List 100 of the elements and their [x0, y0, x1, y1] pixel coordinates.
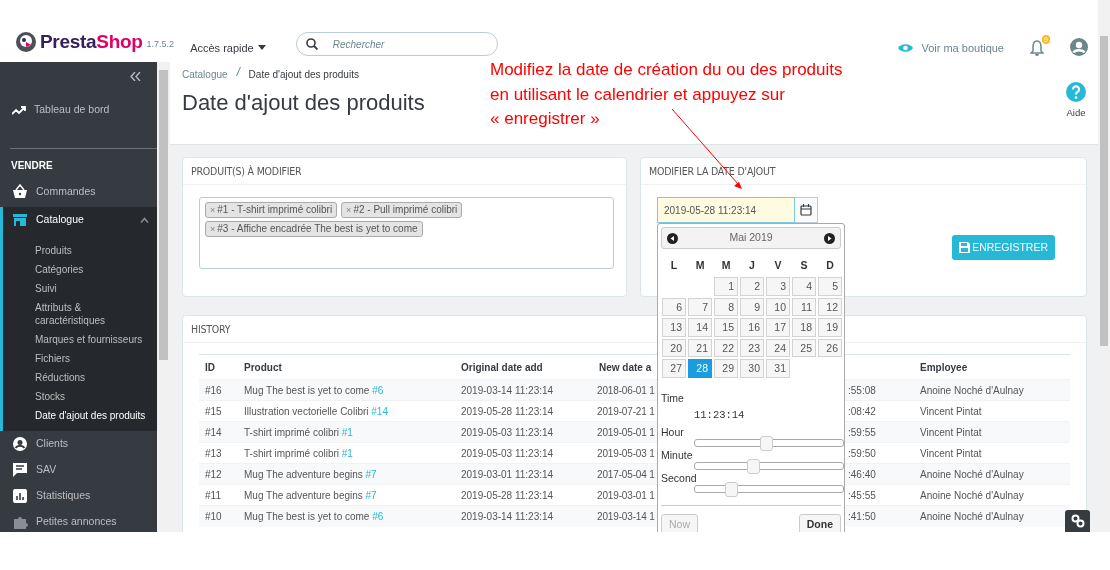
sidebar-subitem[interactable]: Fichiers [3, 349, 153, 368]
store-icon [12, 212, 28, 228]
calendar-day[interactable]: 5 [818, 277, 842, 296]
calendar-day[interactable]: 3 [766, 277, 790, 296]
sidebar-subitem[interactable]: Suivi [3, 279, 153, 298]
page-title: Date d'ajout des produits [182, 90, 425, 117]
search-field[interactable]: Rechercher [295, 32, 498, 56]
slider-thumb[interactable] [724, 482, 738, 497]
calendar-day[interactable]: 19 [818, 318, 842, 337]
sidebar-subitem[interactable]: Date d'ajout des produits [3, 406, 153, 425]
tag-label: #2 - Pull imprimé colibri [353, 203, 458, 217]
tag-label: #1 - T-shirt imprimé colibri [217, 203, 333, 217]
table-cell: 2019-03-01 11:23:14 [455, 463, 593, 485]
sidebar-subitem[interactable]: Stocks [3, 387, 153, 406]
scrollbar-thumb[interactable] [1100, 36, 1108, 346]
calendar-day[interactable]: 23 [740, 338, 764, 357]
date-input[interactable]: 2019-05-28 11:23:14 [657, 197, 795, 223]
calendar-day[interactable]: 24 [766, 338, 790, 357]
scrollbar-thumb[interactable] [159, 70, 168, 360]
tag-label: #3 - Affiche encadrée The best is yet to come [217, 222, 418, 236]
calendar-button[interactable] [795, 197, 818, 223]
sidebar-item[interactable]: Catalogue [3, 207, 157, 233]
annotation-text: « enregistrer » [490, 108, 601, 130]
breadcrumb-item[interactable]: Catalogue [182, 67, 228, 82]
calendar-day[interactable]: 31 [766, 359, 790, 378]
help-label: Aide [1066, 106, 1086, 120]
calendar-day[interactable]: 9 [740, 297, 764, 316]
trend-icon [12, 105, 26, 115]
chart-icon [12, 488, 28, 504]
next-month-button[interactable] [824, 232, 835, 244]
sidebar-subitem[interactable]: Catégories [3, 260, 153, 279]
table-cell: Mug The adventure begins #7 [244, 468, 377, 480]
slider-thumb[interactable] [746, 459, 760, 474]
calendar-day[interactable]: 4 [792, 277, 816, 296]
table-cell: T-shirt imprimé colibri #1 [244, 447, 353, 459]
sidebar-subitem[interactable]: Attributs & caractéristiques [3, 298, 153, 330]
sidebar-item[interactable]: SAV [0, 457, 157, 483]
table-cell: Mug The best is yet to come #6 [244, 510, 384, 522]
calendar-day[interactable]: 17 [766, 318, 790, 337]
puzzle-icon [12, 514, 28, 530]
chat-icon [12, 462, 28, 478]
sidebar-item[interactable]: Statistiques [0, 483, 157, 509]
slider-label: Second [661, 472, 698, 485]
calendar-day[interactable]: 13 [662, 318, 686, 337]
dashboard-link[interactable]: Tableau de bord [0, 97, 157, 123]
quick-access-menu[interactable]: Accès rapide [190, 39, 266, 56]
calendar-day[interactable]: 20 [662, 338, 686, 357]
table-cell: 2019-03-14 11:23:14 [455, 505, 593, 527]
calendar-day[interactable]: 2 [740, 277, 764, 296]
sidebar-item[interactable]: Commandes [0, 179, 157, 205]
slider-label: Hour [661, 426, 685, 439]
table-cell: Anoine Noché d'Aulnay [914, 379, 1070, 401]
month-title: Mai 2019 [729, 230, 773, 246]
previous-month-button[interactable] [667, 232, 678, 244]
calendar-day[interactable]: 18 [792, 318, 816, 337]
table-cell: Mug The best is yet to come #6 [244, 384, 384, 396]
user-avatar-icon[interactable] [1070, 38, 1088, 56]
calendar-day[interactable]: 22 [714, 338, 738, 357]
search-icon [305, 38, 318, 50]
calendar-day[interactable]: 25 [792, 338, 816, 357]
calendar-day[interactable]: 14 [688, 318, 712, 337]
logo-text: PrestaShop [40, 29, 143, 54]
basket-icon [12, 184, 28, 200]
calendar-day[interactable]: 30 [740, 359, 764, 378]
sidebar-item[interactable]: Clients [0, 431, 157, 457]
section-heading: VENDRE [10, 159, 54, 173]
chain-link-button[interactable] [1065, 510, 1090, 532]
sidebar-subitem[interactable]: Réductions [3, 368, 153, 387]
calendar-day[interactable]: 6 [662, 297, 686, 316]
weekday-label: M [694, 258, 706, 274]
calendar-day[interactable]: 15 [714, 318, 738, 337]
time-value: 11:23:14 [694, 408, 746, 424]
bell-icon[interactable] [1030, 40, 1044, 56]
weekday-label: V [773, 258, 783, 274]
user-icon [12, 436, 28, 452]
collapse-icon[interactable] [130, 72, 141, 81]
sidebar-subitem[interactable]: Produits [3, 241, 153, 260]
calendar-day[interactable]: 10 [766, 297, 790, 316]
calendar-day[interactable]: 1 [714, 277, 738, 296]
shop-link[interactable]: Voir ma boutique [898, 39, 1004, 56]
calendar-day[interactable]: 7 [688, 297, 712, 316]
calendar-day[interactable]: 21 [688, 338, 712, 357]
slider-thumb[interactable] [760, 436, 774, 451]
calendar-day[interactable]: 11 [792, 297, 816, 316]
calendar-day[interactable]: 29 [714, 359, 738, 378]
weekday-label: L [669, 258, 679, 274]
calendar-icon [800, 204, 812, 216]
done-button[interactable]: Done [798, 514, 841, 532]
help-icon[interactable] [1066, 82, 1086, 102]
calendar-day[interactable]: 8 [714, 297, 738, 316]
table-cell: Anoine Noché d'Aulnay [914, 463, 1070, 485]
weekday-label: M [720, 258, 732, 274]
version-label: 1.7.5.2 [146, 38, 175, 51]
weekday-label: S [799, 258, 809, 274]
calendar-day[interactable]: 16 [740, 318, 764, 337]
calendar-day[interactable]: 12 [818, 297, 842, 316]
calendar-day[interactable]: 26 [818, 338, 842, 357]
sidebar-subitem[interactable]: Marques et fournisseurs [3, 330, 153, 349]
calendar-day[interactable]: 27 [662, 359, 686, 378]
sidebar-item[interactable]: Petites annonces [0, 509, 157, 532]
